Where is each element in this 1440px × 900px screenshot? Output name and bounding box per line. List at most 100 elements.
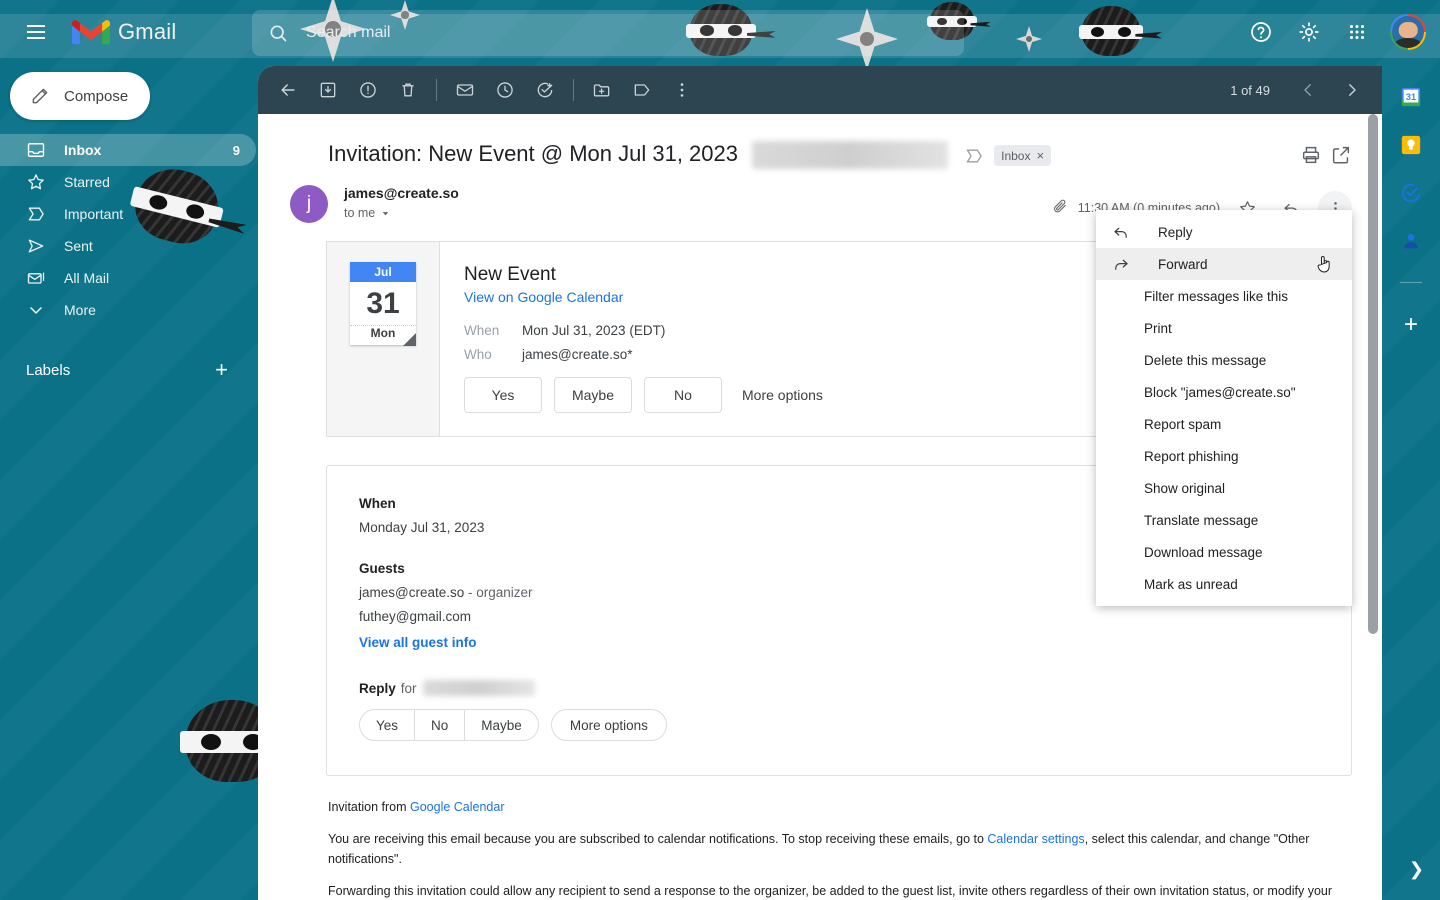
invite-row-who: Who james@create.so*: [464, 347, 1091, 362]
sidebar-item-sent[interactable]: Sent: [0, 230, 256, 262]
sidebar-item-label: All Mail: [64, 270, 240, 286]
toolbar-divider: [436, 79, 437, 101]
reply-more-options-button[interactable]: More options: [551, 709, 667, 741]
sidebar-item-important[interactable]: Important: [0, 198, 256, 230]
invite-row-value: Mon Jul 31, 2023 (EDT): [522, 323, 665, 338]
help-icon[interactable]: [1240, 11, 1282, 53]
view-all-guest-info-link[interactable]: View all guest info: [359, 635, 477, 650]
gmail-m-icon: [72, 18, 110, 47]
search-icon: [268, 23, 288, 43]
redacted-reply-block: [423, 680, 535, 696]
move-to-folder-icon[interactable]: [582, 70, 622, 110]
context-menu-item-filter-messages[interactable]: Filter messages like this: [1096, 280, 1352, 312]
message-context-menu: Reply Forward Filter messages like this …: [1096, 210, 1352, 606]
context-menu-item-report-spam[interactable]: Report spam: [1096, 408, 1352, 440]
calendar-settings-link[interactable]: Calendar settings: [987, 832, 1084, 846]
sidebar: Compose Inbox 9 Starred Important: [0, 64, 256, 900]
gmail-logo[interactable]: Gmail: [72, 18, 176, 47]
recipient-toggle[interactable]: to me: [344, 206, 459, 220]
label-tag-icon[interactable]: [622, 70, 662, 110]
message-toolbar: 1 of 49: [258, 66, 1382, 114]
compose-button[interactable]: Compose: [10, 72, 150, 120]
context-menu-item-mark-as-unread[interactable]: Mark as unread: [1096, 568, 1352, 600]
plus-icon[interactable]: +: [215, 359, 228, 381]
context-menu-item-label: Forward: [1158, 257, 1208, 272]
scrollbar-thumb[interactable]: [1368, 114, 1378, 634]
brand-text: Gmail: [118, 19, 176, 45]
back-arrow-icon[interactable]: [268, 70, 308, 110]
attachment-clip-icon: [1052, 198, 1068, 219]
labels-title: Labels: [26, 362, 215, 379]
context-menu-item-translate-message[interactable]: Translate message: [1096, 504, 1352, 536]
gear-icon[interactable]: [1288, 11, 1330, 53]
main-menu-icon[interactable]: [12, 8, 60, 56]
reply-pills: Yes No Maybe: [359, 709, 539, 741]
context-menu-item-show-original[interactable]: Show original: [1096, 472, 1352, 504]
sidebar-item-starred[interactable]: Starred: [0, 166, 256, 198]
report-spam-icon[interactable]: [348, 70, 388, 110]
important-marker-icon[interactable]: [964, 146, 984, 171]
archive-icon[interactable]: [308, 70, 348, 110]
search-input[interactable]: Search mail: [252, 10, 964, 56]
close-icon[interactable]: ×: [1036, 148, 1044, 163]
invite-body: New Event View on Google Calendar When M…: [440, 242, 1111, 436]
add-to-tasks-icon[interactable]: [525, 70, 565, 110]
all-mail-icon: [26, 268, 46, 288]
more-vertical-icon[interactable]: [662, 70, 702, 110]
sidebar-item-inbox[interactable]: Inbox 9: [0, 134, 256, 166]
context-menu-item-forward[interactable]: Forward: [1096, 248, 1352, 280]
google-contacts-icon[interactable]: [1400, 230, 1422, 252]
date-chip-fold: [403, 333, 416, 346]
pointing-hand-cursor: [1314, 253, 1334, 275]
print-icon[interactable]: [1300, 144, 1322, 171]
context-menu-item-report-phishing[interactable]: Report phishing: [1096, 440, 1352, 472]
footer-line-2: You are receiving this email because you…: [328, 830, 1342, 869]
search-placeholder: Search mail: [306, 24, 390, 42]
sidebar-item-all-mail[interactable]: All Mail: [0, 262, 256, 294]
google-calendar-link[interactable]: Google Calendar: [410, 800, 505, 814]
snooze-clock-icon[interactable]: [485, 70, 525, 110]
context-menu-item-reply[interactable]: Reply: [1096, 216, 1352, 248]
sidebar-item-label: Inbox: [64, 142, 233, 158]
date-chip-month: Jul: [350, 262, 416, 282]
pager-text: 1 of 49: [1230, 83, 1270, 98]
redacted-subject-block: [752, 141, 948, 169]
avatar[interactable]: [1390, 14, 1426, 50]
delete-icon[interactable]: [388, 70, 428, 110]
plus-icon[interactable]: +: [1404, 313, 1418, 337]
subject-row: Invitation: New Event @ Mon Jul 31, 2023…: [258, 114, 1382, 171]
context-menu-item-block-sender[interactable]: Block "james@create.so": [1096, 376, 1352, 408]
label-chip-inbox[interactable]: Inbox ×: [994, 145, 1051, 166]
message-pager: 1 of 49: [1230, 70, 1382, 110]
context-menu-item-download-message[interactable]: Download message: [1096, 536, 1352, 568]
reply-yes-button[interactable]: Yes: [360, 710, 415, 740]
apps-grid-icon[interactable]: [1336, 11, 1378, 53]
reply-maybe-button[interactable]: Maybe: [465, 710, 538, 740]
rsvp-no-button[interactable]: No: [644, 377, 722, 413]
google-calendar-icon[interactable]: 31: [1400, 86, 1422, 108]
open-in-new-icon[interactable]: [1330, 144, 1352, 171]
sender-email: james@create.so: [344, 185, 459, 201]
sidebar-item-more[interactable]: More: [0, 294, 256, 326]
google-keep-icon[interactable]: [1400, 134, 1422, 156]
context-menu-item-print[interactable]: Print: [1096, 312, 1352, 344]
mark-unread-icon[interactable]: [445, 70, 485, 110]
rsvp-yes-button[interactable]: Yes: [464, 377, 542, 413]
reply-arrow-icon: [1112, 223, 1134, 241]
svg-text:31: 31: [1406, 92, 1416, 102]
reply-for-text: for: [401, 681, 417, 696]
reply-no-button[interactable]: No: [415, 710, 465, 740]
view-on-google-calendar-link[interactable]: View on Google Calendar: [464, 289, 623, 305]
chevron-left-icon[interactable]: [1288, 70, 1328, 110]
context-menu-item-delete-message[interactable]: Delete this message: [1096, 344, 1352, 376]
footer-line1-prefix: Invitation from: [328, 800, 410, 814]
reply-line: Reply for: [359, 680, 1351, 696]
scrollbar[interactable]: [1368, 114, 1378, 900]
google-tasks-icon[interactable]: [1400, 182, 1422, 204]
rsvp-more-options-link[interactable]: More options: [742, 387, 823, 403]
chevron-right-icon[interactable]: [1332, 70, 1372, 110]
invite-row-when: When Mon Jul 31, 2023 (EDT): [464, 323, 1091, 338]
sidebar-item-label: Starred: [64, 174, 240, 190]
chevron-down-icon: [26, 300, 46, 320]
rsvp-maybe-button[interactable]: Maybe: [554, 377, 632, 413]
